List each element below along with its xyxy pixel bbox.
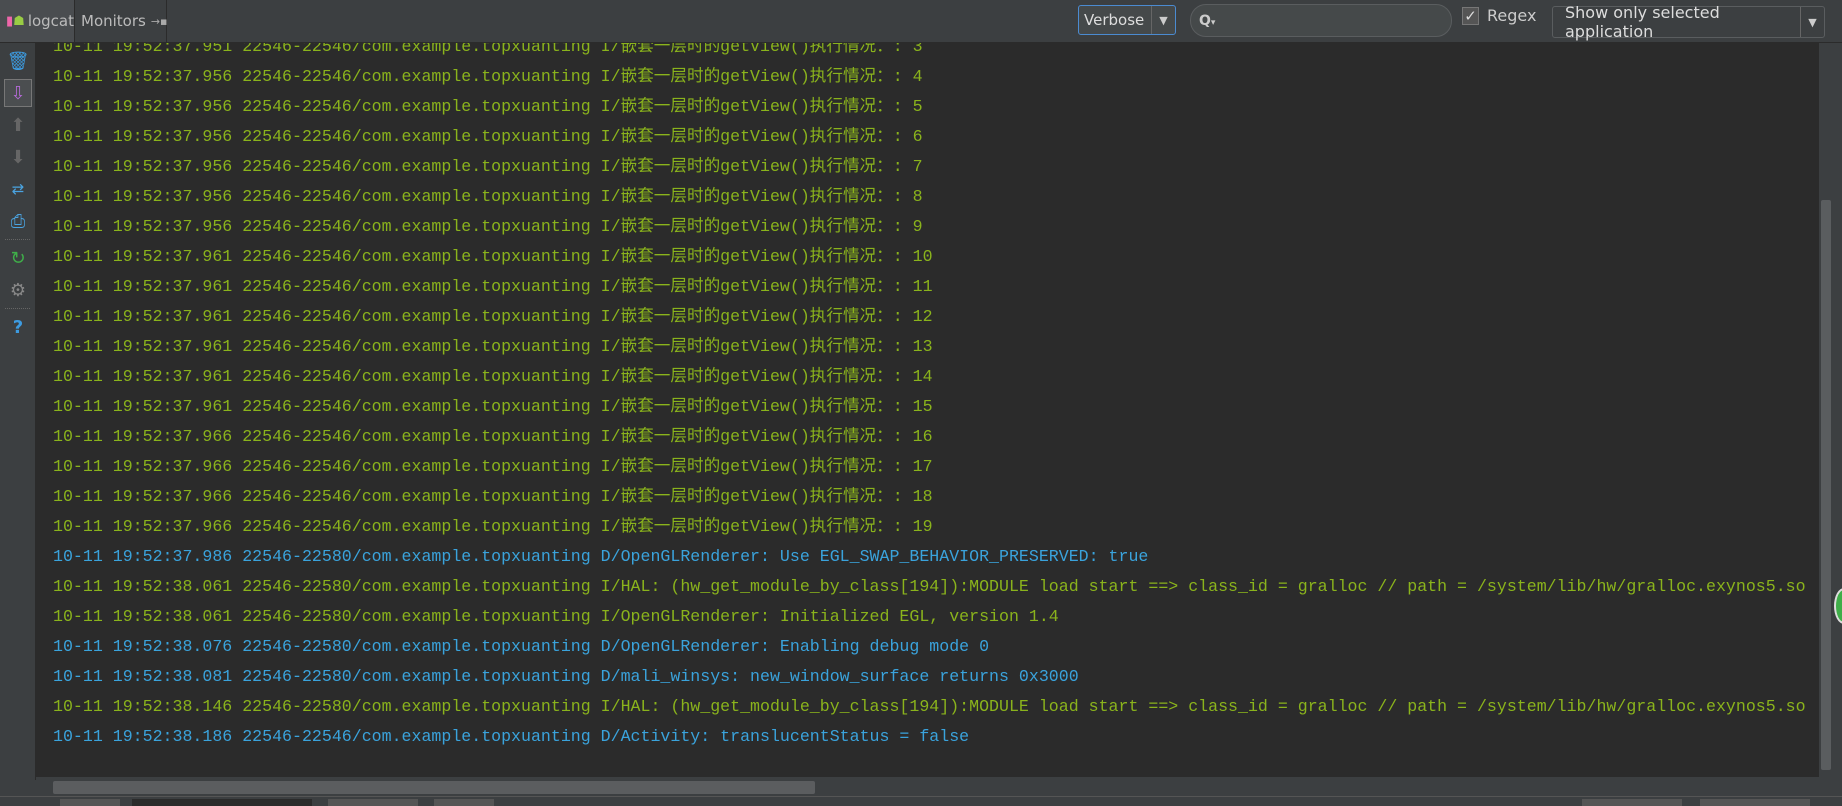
vertical-scrollbar[interactable] xyxy=(1819,43,1842,780)
log-line: 10-11 19:52:37.956 22546-22546/com.examp… xyxy=(53,127,923,146)
restart-icon[interactable]: ↻ xyxy=(4,244,32,272)
search-input[interactable] xyxy=(1221,13,1451,28)
log-lines: 10-11 19:52:37.951 22546-22546/com.examp… xyxy=(53,43,1806,752)
log-line: 10-11 19:52:38.146 22546-22580/com.examp… xyxy=(53,697,1806,716)
android-logcat-icon: ▮☗ xyxy=(6,13,25,29)
log-output[interactable]: 10-11 19:52:37.951 22546-22546/com.examp… xyxy=(36,43,1819,777)
log-line: 10-11 19:52:37.961 22546-22546/com.examp… xyxy=(53,367,933,386)
regex-label: Regex xyxy=(1487,6,1537,25)
checkbox-checked-icon[interactable]: ✓ xyxy=(1462,6,1479,25)
chevron-down-icon[interactable]: ▼ xyxy=(1800,7,1824,37)
log-line: 10-11 19:52:38.061 22546-22580/com.examp… xyxy=(53,607,1059,626)
log-line: 10-11 19:52:37.956 22546-22546/com.examp… xyxy=(53,217,923,236)
vertical-scrollbar-thumb[interactable] xyxy=(1821,200,1831,770)
search-field[interactable]: Q▾ xyxy=(1190,4,1452,37)
gear-icon[interactable]: ⚙ xyxy=(4,276,32,304)
log-line: 10-11 19:52:37.966 22546-22546/com.examp… xyxy=(53,427,933,446)
log-line: 10-11 19:52:38.061 22546-22580/com.examp… xyxy=(53,577,1806,596)
down-arrow-icon[interactable]: ⬇ xyxy=(4,143,32,171)
tab-monitors[interactable]: Monitors →▪ xyxy=(75,0,168,42)
log-line: 10-11 19:52:37.986 22546-22580/com.examp… xyxy=(53,547,1149,566)
search-icon[interactable]: Q▾ xyxy=(1199,13,1215,29)
separator xyxy=(5,308,30,309)
tab-logcat[interactable]: ▮☗ logcat xyxy=(0,0,75,42)
log-line: 10-11 19:52:37.956 22546-22546/com.examp… xyxy=(53,187,923,206)
log-line: 10-11 19:52:38.081 22546-22580/com.examp… xyxy=(53,667,1079,686)
pin-arrow-icon[interactable]: →▪ xyxy=(151,15,168,28)
bottom-tool-window-bar xyxy=(0,796,1842,806)
logcat-side-toolbar: 🗑 ⇩ ⬆ ⬇ ⇄ ⎙ ↻ ⚙ ? xyxy=(0,43,36,780)
log-level-select[interactable]: Verbose ▼ xyxy=(1078,5,1176,35)
logcat-toolbar: ▮☗ logcat Monitors →▪ Verbose ▼ Q▾ ✓ Reg… xyxy=(0,0,1842,43)
log-line: 10-11 19:52:37.961 22546-22546/com.examp… xyxy=(53,277,933,296)
log-line: 10-11 19:52:37.951 22546-22546/com.examp… xyxy=(53,43,923,56)
horizontal-scrollbar-thumb[interactable] xyxy=(53,781,815,794)
chevron-down-icon[interactable]: ▼ xyxy=(1151,6,1175,34)
tab-label: Monitors xyxy=(81,12,146,30)
log-line: 10-11 19:52:37.956 22546-22546/com.examp… xyxy=(53,157,923,176)
horizontal-scrollbar[interactable] xyxy=(36,777,1819,796)
log-line: 10-11 19:52:37.956 22546-22546/com.examp… xyxy=(53,97,923,116)
log-line: 10-11 19:52:37.966 22546-22546/com.examp… xyxy=(53,487,933,506)
up-arrow-icon[interactable]: ⬆ xyxy=(4,111,32,139)
log-line: 10-11 19:52:37.961 22546-22546/com.examp… xyxy=(53,397,933,416)
trash-icon[interactable]: 🗑 xyxy=(4,47,32,75)
separator xyxy=(5,239,30,240)
log-line: 10-11 19:52:37.966 22546-22546/com.examp… xyxy=(53,517,933,536)
log-level-value: Verbose xyxy=(1084,11,1145,29)
app-filter-select[interactable]: Show only selected application ▼ xyxy=(1552,3,1825,41)
app-filter-value: Show only selected application xyxy=(1565,3,1720,41)
log-line: 10-11 19:52:37.961 22546-22546/com.examp… xyxy=(53,337,933,356)
scroll-to-end-icon[interactable]: ⇩ xyxy=(4,79,32,107)
log-line: 10-11 19:52:38.076 22546-22580/com.examp… xyxy=(53,637,990,656)
log-line: 10-11 19:52:38.186 22546-22546/com.examp… xyxy=(53,727,970,746)
log-line: 10-11 19:52:37.961 22546-22546/com.examp… xyxy=(53,307,933,326)
soft-wrap-icon[interactable]: ⇄ xyxy=(4,175,32,203)
print-icon[interactable]: ⎙ xyxy=(4,207,32,235)
regex-checkbox[interactable]: ✓ Regex xyxy=(1462,6,1536,25)
log-line: 10-11 19:52:37.966 22546-22546/com.examp… xyxy=(53,457,933,476)
log-line: 10-11 19:52:37.956 22546-22546/com.examp… xyxy=(53,67,923,86)
help-icon[interactable]: ? xyxy=(4,313,32,341)
log-line: 10-11 19:52:37.961 22546-22546/com.examp… xyxy=(53,247,933,266)
tab-label: logcat xyxy=(27,12,74,30)
